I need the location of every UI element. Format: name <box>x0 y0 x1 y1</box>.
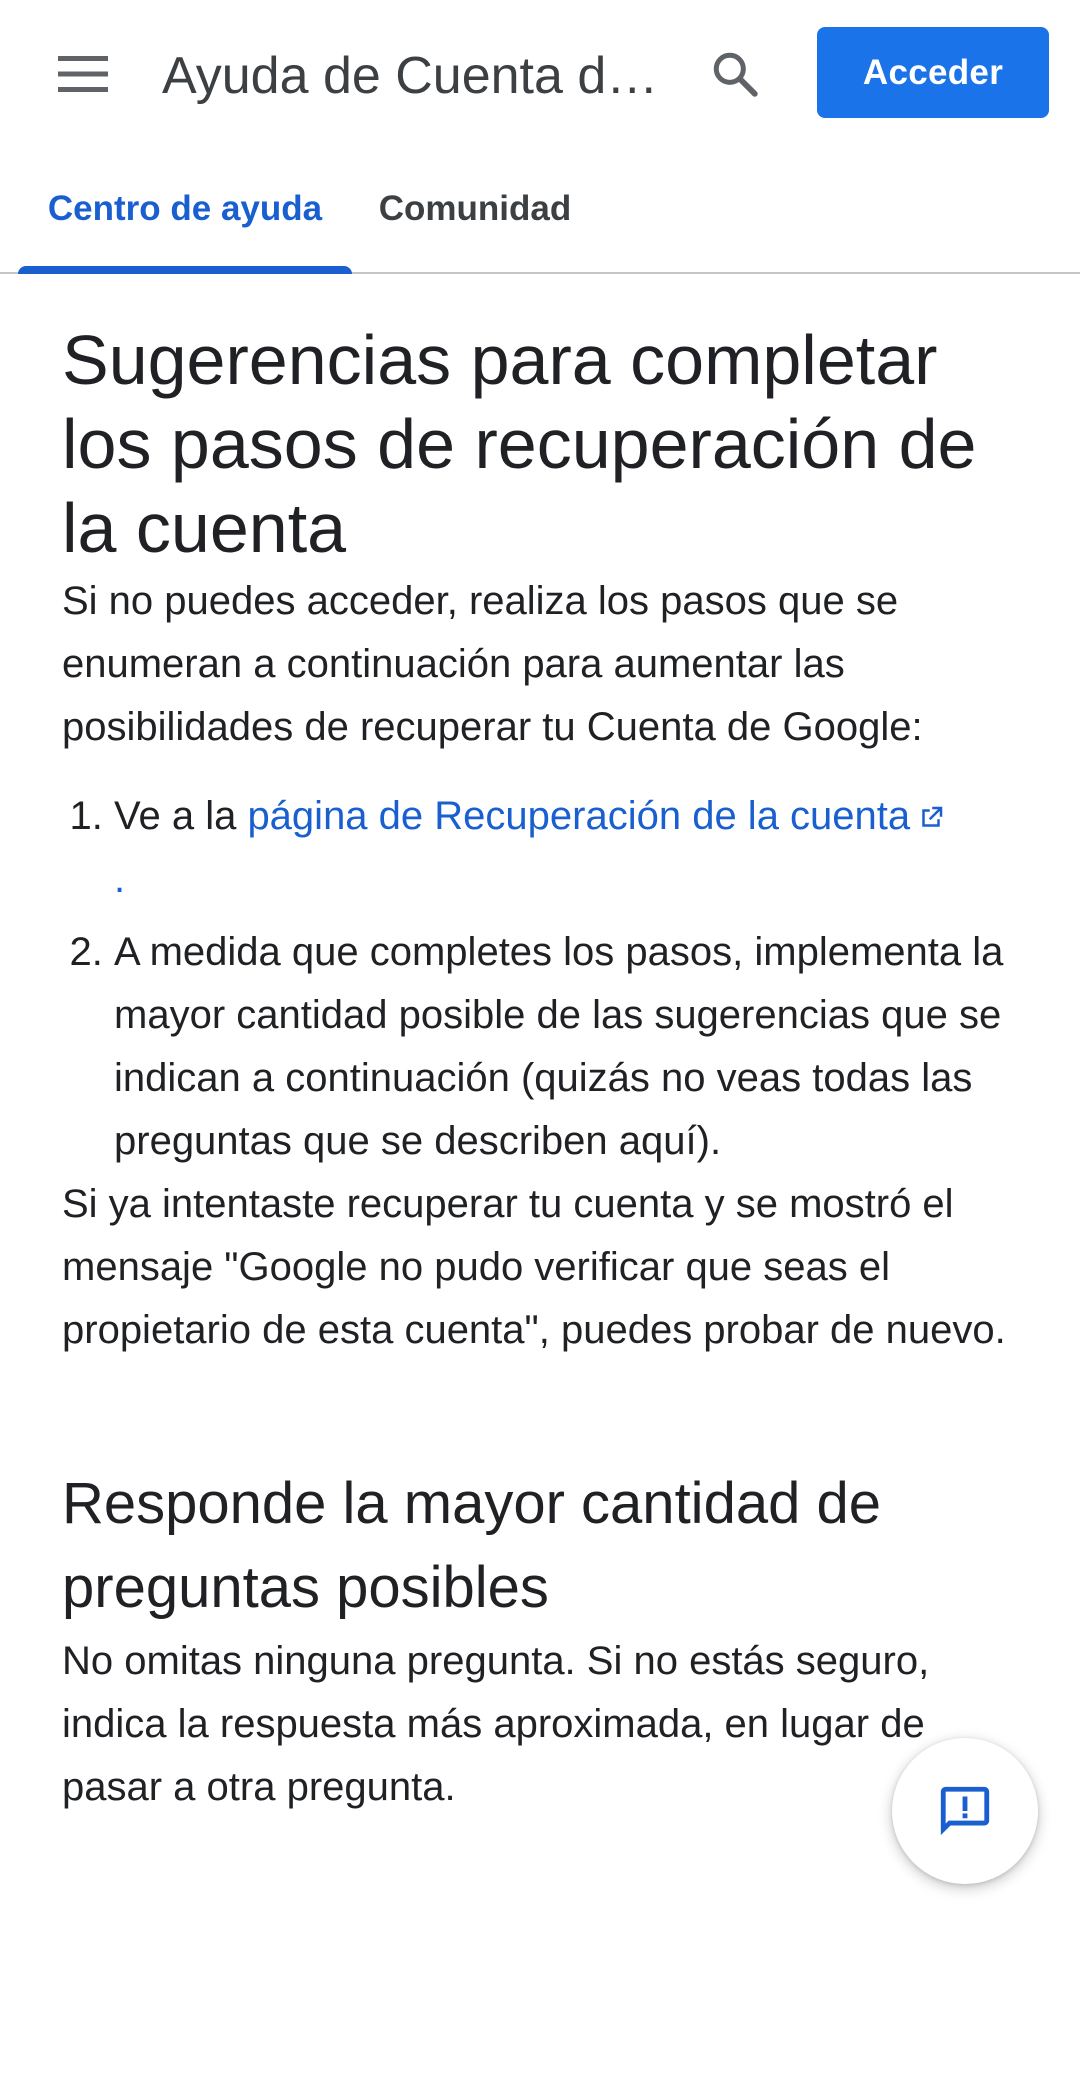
step-2-text: A medida que completes los pasos, implem… <box>114 930 1004 1163</box>
section-paragraph: No omitas ninguna pregunta. Si no estás … <box>62 1639 930 1809</box>
app-title[interactable]: Ayuda de Cuenta de… <box>162 40 682 112</box>
section-title: Responde la mayor cantidad de preguntas … <box>62 1471 881 1620</box>
menu-icon <box>58 56 108 92</box>
search-icon <box>713 52 758 97</box>
sign-in-button[interactable]: Acceder <box>817 27 1049 118</box>
active-tab-indicator <box>18 266 352 274</box>
feedback-icon <box>940 1786 990 1836</box>
article-content: Sugerencias para completar los pasos de … <box>62 318 1022 1819</box>
retry-paragraph: Si ya intentaste recuperar tu cuenta y s… <box>62 1182 1006 1352</box>
page-title: Sugerencias para completar los pasos de … <box>62 321 977 567</box>
step-1-suffix: . <box>114 857 126 901</box>
search-button[interactable] <box>690 34 780 114</box>
menu-button[interactable] <box>38 34 128 114</box>
list-item: A medida que completes los pasos, implem… <box>114 921 1022 1173</box>
account-recovery-link-text: página de Recuperación de la cuenta <box>247 794 911 838</box>
feedback-button[interactable] <box>892 1738 1038 1884</box>
tab-help-center[interactable]: Centro de ayuda <box>18 146 352 272</box>
intro-paragraph: Si no puedes acceder, realiza los pasos … <box>62 579 923 749</box>
top-app-bar: Ayuda de Cuenta de… Acceder <box>0 0 1080 146</box>
list-item: Ve a la página de Recuperación de la cue… <box>114 785 1022 911</box>
tab-bar: Centro de ayuda Comunidad <box>0 146 1080 274</box>
tab-community[interactable]: Comunidad <box>360 146 590 272</box>
external-link-icon <box>922 807 943 828</box>
steps-list: Ve a la página de Recuperación de la cue… <box>62 785 1022 1173</box>
step-1-prefix: Ve a la <box>114 794 248 838</box>
